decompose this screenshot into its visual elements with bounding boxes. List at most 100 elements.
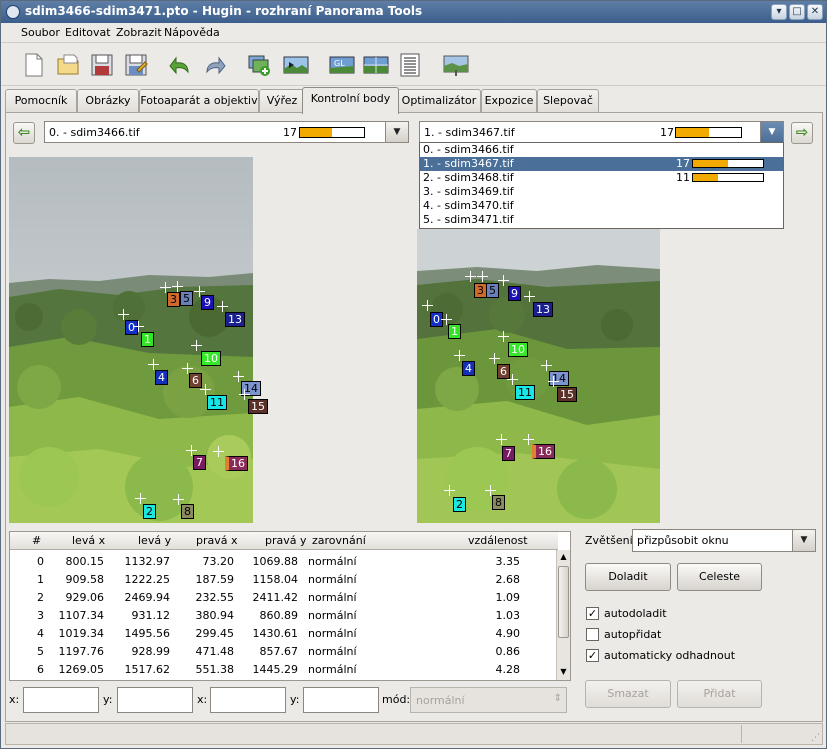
cp-label-15[interactable]: 15: [557, 387, 577, 402]
scroll-down-icon[interactable]: ▼: [558, 667, 569, 677]
cp-cross[interactable]: [213, 446, 224, 457]
table-row[interactable]: 6 1269.05 1517.62 551.38 1445.29 normální 4.28: [10, 662, 556, 680]
table-row[interactable]: 3 1107.34 931.12 380.94 860.89 normální 1.03: [10, 608, 556, 626]
tab-pomocnik[interactable]: Pomocník: [5, 89, 77, 113]
dropdown-item-1[interactable]: 1. - sdim3467.tif 17: [420, 157, 783, 171]
preview-icon[interactable]: [363, 52, 389, 78]
chevron-down-icon[interactable]: ▼: [385, 121, 409, 143]
cp-label-1[interactable]: 1: [141, 332, 154, 347]
chevron-down-icon[interactable]: ▼: [792, 529, 816, 552]
menu-zobrazit[interactable]: Zobrazit: [116, 26, 162, 39]
cp-label-9[interactable]: 9: [201, 295, 214, 310]
col-header-alignment[interactable]: zarovnání: [312, 534, 366, 547]
cp-cross[interactable]: [444, 485, 455, 496]
cp-cross[interactable]: [465, 271, 476, 282]
cp-cross[interactable]: [524, 291, 535, 302]
next-image-button[interactable]: ⇨: [791, 122, 813, 144]
autofinetune-checkbox[interactable]: ✓: [586, 607, 599, 620]
cp-label-11[interactable]: 11: [207, 395, 227, 410]
app-icon[interactable]: [6, 5, 20, 19]
cp-cross[interactable]: [507, 374, 518, 385]
dropdown-item-2[interactable]: 2. - sdim3468.tif 11: [420, 171, 783, 185]
redo-icon[interactable]: [201, 52, 227, 78]
scroll-thumb[interactable]: [558, 566, 569, 638]
menu-soubor[interactable]: Soubor: [21, 26, 60, 39]
table-row[interactable]: 0 800.15 1132.97 73.20 1069.88 normální 3.35: [10, 554, 556, 572]
cp-cross[interactable]: [454, 350, 465, 361]
cp-label-16[interactable]: 16: [225, 456, 248, 471]
cp-cross[interactable]: [548, 376, 559, 387]
mode-select[interactable]: normální ⇕: [410, 687, 567, 713]
delete-button[interactable]: Smazat: [585, 680, 671, 708]
resize-grip-icon[interactable]: ⋰: [811, 733, 820, 743]
tab-expozice[interactable]: Expozice: [481, 89, 537, 113]
cp-label-3[interactable]: 3: [167, 292, 180, 307]
add-button[interactable]: Přidat: [677, 680, 762, 708]
cp-cross[interactable]: [498, 275, 509, 286]
zoom-select[interactable]: přizpůsobit oknu ▼: [632, 529, 816, 552]
right-x-field[interactable]: [210, 687, 286, 713]
menu-editovat[interactable]: Editovat: [65, 26, 111, 39]
table-row[interactable]: 4 1019.34 1495.56 299.45 1430.61 normální 4.90: [10, 626, 556, 644]
autoestimate-checkbox[interactable]: ✓: [586, 649, 599, 662]
tab-obrazky[interactable]: Obrázky: [77, 89, 139, 113]
cp-label-15[interactable]: 15: [248, 399, 268, 414]
cp-label-9[interactable]: 9: [508, 286, 521, 301]
opengl-preview-icon[interactable]: GL: [329, 52, 355, 78]
tab-slepovac[interactable]: Slepovač: [537, 89, 599, 113]
left-image-view[interactable]: [9, 157, 253, 523]
cp-cross[interactable]: [148, 359, 159, 370]
table-scrollbar[interactable]: ▲ ▼: [556, 550, 570, 680]
left-x-field[interactable]: [23, 687, 99, 713]
add-images-icon[interactable]: [247, 52, 273, 78]
chevron-down-icon[interactable]: ▼: [760, 121, 784, 143]
col-header-left-x[interactable]: levá x: [72, 534, 105, 547]
cp-label-7[interactable]: 7: [193, 455, 206, 470]
fine-tune-button[interactable]: Doladit: [585, 563, 671, 591]
cp-label-11[interactable]: 11: [515, 385, 535, 400]
table-row[interactable]: 1 909.58 1222.25 187.59 1158.04 normální 2.68: [10, 572, 556, 590]
cp-label-7[interactable]: 7: [502, 446, 515, 461]
cp-cross[interactable]: [541, 360, 552, 371]
right-y-field[interactable]: [303, 687, 379, 713]
minimize-button[interactable]: ▾: [771, 4, 787, 20]
menu-napoveda[interactable]: Nápověda: [164, 26, 220, 39]
cp-cross[interactable]: [191, 340, 202, 351]
maximize-button[interactable]: □: [789, 4, 805, 20]
cp-label-1[interactable]: 1: [448, 324, 461, 339]
save-icon[interactable]: [89, 52, 115, 78]
autoadd-label[interactable]: autopřidat: [604, 628, 661, 641]
scroll-up-icon[interactable]: ▲: [558, 552, 569, 562]
cp-cross[interactable]: [200, 384, 211, 395]
table-row[interactable]: 2 929.06 2469.94 232.55 2411.42 normální 1.09: [10, 590, 556, 608]
cp-cross[interactable]: [422, 300, 433, 311]
undo-icon[interactable]: [168, 52, 194, 78]
right-image-selector[interactable]: 1. - sdim3467.tif 17 ▼: [419, 121, 784, 143]
celeste-button[interactable]: Celeste: [677, 563, 762, 591]
cp-label-10[interactable]: 10: [201, 351, 221, 366]
cp-cross[interactable]: [489, 353, 500, 364]
cp-label-8[interactable]: 8: [492, 495, 505, 510]
cp-cross[interactable]: [133, 321, 144, 332]
cp-cross[interactable]: [217, 301, 228, 312]
table-row[interactable]: 5 1197.76 928.99 471.48 857.67 normální 0.86: [10, 644, 556, 662]
cp-label-10[interactable]: 10: [508, 342, 528, 357]
new-file-icon[interactable]: [21, 52, 47, 78]
cp-label-4[interactable]: 4: [155, 370, 168, 385]
cp-cross[interactable]: [118, 309, 129, 320]
left-y-field[interactable]: [117, 687, 193, 713]
tab-optimalizator[interactable]: Optimalizátor: [397, 89, 481, 113]
cp-label-2[interactable]: 2: [453, 497, 466, 512]
cp-label-4[interactable]: 4: [462, 361, 475, 376]
autoadd-checkbox[interactable]: [586, 628, 599, 641]
right-image-view[interactable]: [417, 229, 660, 523]
control-point-table[interactable]: # levá x levá y pravá x pravá y zarovnán…: [9, 531, 571, 681]
autoestimate-label[interactable]: automaticky odhadnout: [604, 649, 735, 662]
left-image-selector[interactable]: 0. - sdim3466.tif 17 ▼: [44, 121, 409, 143]
dropdown-item-4[interactable]: 4. - sdim3470.tif: [420, 199, 783, 213]
col-header-right-y[interactable]: pravá y: [265, 534, 307, 547]
dropdown-item-0[interactable]: 0. - sdim3466.tif: [420, 143, 783, 157]
col-header-distance[interactable]: vzdálenost: [468, 534, 528, 547]
col-header-index[interactable]: #: [32, 534, 41, 547]
tab-vyrez[interactable]: Výřez: [259, 89, 305, 113]
